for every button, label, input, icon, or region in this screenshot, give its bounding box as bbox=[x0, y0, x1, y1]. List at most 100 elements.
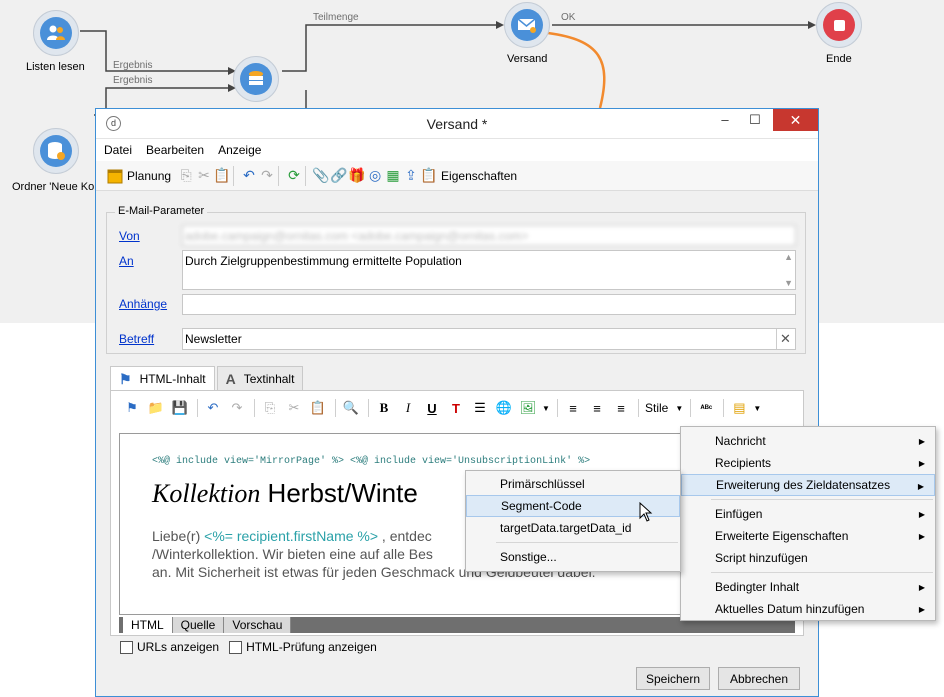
menu-item-label: Recipients bbox=[715, 456, 772, 470]
cut-icon[interactable]: ✂ bbox=[195, 167, 213, 185]
view-tab-html[interactable]: HTML bbox=[123, 617, 173, 633]
menu-item-einfuegen[interactable]: Einfügen ▶ bbox=[681, 503, 935, 525]
tab-html-label: HTML-Inhalt bbox=[139, 372, 206, 386]
chevron-down-icon[interactable]: ▼ bbox=[752, 397, 762, 419]
chevron-right-icon: ▶ bbox=[917, 482, 924, 491]
cancel-button[interactable]: Abbrechen bbox=[718, 667, 800, 690]
content-headline: Kollektion Herbst/Winte bbox=[152, 478, 418, 509]
chevron-down-icon[interactable]: ▼ bbox=[541, 397, 551, 419]
scroll-down-icon[interactable]: ▼ bbox=[784, 278, 793, 288]
planung-label: Planung bbox=[127, 168, 172, 183]
an-field[interactable]: Durch Zielgruppenbestimmung ermittelte P… bbox=[182, 250, 796, 290]
menu-datei[interactable]: Datei bbox=[104, 143, 132, 157]
body-text-1: Liebe(r) bbox=[152, 528, 205, 544]
calculator-icon[interactable]: ▦ bbox=[384, 167, 402, 185]
urls-checkbox[interactable] bbox=[120, 640, 133, 654]
target-icon[interactable]: ◎ bbox=[366, 167, 384, 185]
versand-node[interactable] bbox=[504, 2, 550, 48]
maximize-button[interactable]: ☐ bbox=[741, 109, 769, 131]
align-right-icon[interactable]: ≡ bbox=[610, 397, 632, 419]
menu-bearbeiten[interactable]: Bearbeiten bbox=[146, 143, 204, 157]
personalization-icon[interactable]: ▤ bbox=[728, 397, 750, 419]
von-link[interactable]: Von bbox=[119, 229, 140, 243]
find-icon[interactable]: 🔍 bbox=[340, 397, 362, 419]
stop-icon bbox=[823, 9, 855, 41]
menu-item-label: Nachricht bbox=[715, 434, 766, 448]
view-tab-quelle[interactable]: Quelle bbox=[172, 617, 225, 633]
clear-icon[interactable]: ✕ bbox=[776, 329, 794, 349]
ordner-node[interactable] bbox=[33, 128, 79, 174]
anhaenge-field[interactable] bbox=[182, 294, 796, 315]
align-left-icon[interactable]: ≡ bbox=[562, 397, 584, 419]
save-icon[interactable]: 💾 bbox=[169, 397, 191, 419]
context-menu: Nachricht ▶ Recipients ▶ Erweiterung des Z… bbox=[680, 426, 936, 621]
export-icon[interactable]: ⇪ bbox=[402, 167, 420, 185]
menu-item-recipients[interactable]: Recipients ▶ bbox=[681, 452, 935, 474]
cut-icon[interactable]: ✂ bbox=[283, 397, 305, 419]
paste-icon[interactable]: 📋 bbox=[307, 397, 329, 419]
submenu-item-primaerschluessel[interactable]: Primärschlüssel bbox=[466, 473, 680, 495]
an-link[interactable]: An bbox=[119, 254, 134, 268]
eigenschaften-button[interactable]: 📋 Eigenschaften bbox=[420, 165, 517, 187]
menu-item-bedingter-inhalt[interactable]: Bedingter Inhalt ▶ bbox=[681, 576, 935, 598]
body-text-3: /Winterkollektion. Wir bieten eine auf a… bbox=[152, 546, 433, 562]
an-value: Durch Zielgruppenbestimmung ermittelte P… bbox=[185, 254, 462, 268]
save-button[interactable]: Speichern bbox=[636, 667, 710, 690]
stile-dropdown[interactable]: Stile bbox=[645, 401, 668, 415]
planung-button[interactable]: Planung bbox=[106, 165, 171, 187]
globe-link-icon[interactable]: 🌐 bbox=[493, 397, 515, 419]
redo-icon[interactable]: ↷ bbox=[258, 167, 276, 185]
align-center-icon[interactable]: ≡ bbox=[586, 397, 608, 419]
users-icon bbox=[40, 17, 72, 49]
link-icon[interactable]: 🔗 bbox=[330, 167, 348, 185]
betreff-field[interactable]: Newsletter ✕ bbox=[182, 328, 796, 350]
gift-icon[interactable]: 🎁 bbox=[348, 167, 366, 185]
tab-textinhalt[interactable]: A Textinhalt bbox=[216, 366, 304, 390]
toolbar-separator bbox=[254, 399, 255, 417]
copy-icon[interactable]: ⎘ bbox=[259, 397, 281, 419]
refresh-icon[interactable]: ⟳ bbox=[285, 167, 303, 185]
bold-icon[interactable]: B bbox=[373, 397, 395, 419]
personalization-tag: <%= recipient.firstName %> bbox=[204, 528, 379, 544]
copy-icon[interactable]: ⎘ bbox=[177, 167, 195, 185]
title-bar[interactable]: d Versand * – ☐ ✕ bbox=[96, 109, 818, 139]
menu-item-label: Script hinzufügen bbox=[715, 551, 808, 565]
menu-anzeige[interactable]: Anzeige bbox=[218, 143, 261, 157]
scroll-up-icon[interactable]: ▲ bbox=[784, 252, 793, 262]
view-tab-vorschau[interactable]: Vorschau bbox=[224, 617, 292, 633]
submenu-item-sonstige[interactable]: Sonstige... bbox=[466, 546, 680, 568]
chevron-right-icon: ▶ bbox=[918, 510, 925, 519]
underline-icon[interactable]: U bbox=[421, 397, 443, 419]
anhaenge-link[interactable]: Anhänge bbox=[119, 297, 167, 311]
menu-item-script[interactable]: Script hinzufügen bbox=[681, 547, 935, 569]
body-text-2: , entdec bbox=[378, 528, 432, 544]
new-icon[interactable]: ⚑ bbox=[121, 397, 143, 419]
undo-icon[interactable]: ↶ bbox=[202, 397, 224, 419]
union-node[interactable] bbox=[233, 56, 279, 102]
von-field[interactable]: adobe.campaign@ornitas.com <adobe.campai… bbox=[182, 225, 796, 246]
text-color-icon[interactable]: T bbox=[445, 397, 467, 419]
close-button[interactable]: ✕ bbox=[773, 109, 818, 131]
undo-icon[interactable]: ↶ bbox=[240, 167, 258, 185]
tab-html-inhalt[interactable]: ⚑ HTML-Inhalt bbox=[110, 366, 215, 391]
menu-separator bbox=[711, 572, 933, 573]
redo-icon[interactable]: ↷ bbox=[226, 397, 248, 419]
paste-icon[interactable]: 📋 bbox=[213, 167, 231, 185]
attachment-icon[interactable]: 📎 bbox=[312, 167, 330, 185]
betreff-link[interactable]: Betreff bbox=[119, 332, 154, 346]
menu-item-erweiterte-eigenschaften[interactable]: Erweiterte Eigenschaften ▶ bbox=[681, 525, 935, 547]
chevron-down-icon[interactable]: ▼ bbox=[674, 397, 684, 419]
menu-item-erweiterung[interactable]: Erweiterung des Zieldatensatzes ▶ bbox=[681, 474, 935, 496]
open-folder-icon[interactable]: 📁 bbox=[145, 397, 167, 419]
ende-node[interactable] bbox=[816, 2, 862, 48]
spellcheck-icon[interactable]: ᴬᴮᶜ bbox=[695, 397, 717, 419]
menu-item-label: Einfügen bbox=[715, 507, 763, 521]
list-icon[interactable]: ☰ bbox=[469, 397, 491, 419]
italic-icon[interactable]: I bbox=[397, 397, 419, 419]
image-icon[interactable]: 🖼 bbox=[517, 397, 539, 419]
html-check-checkbox[interactable] bbox=[229, 640, 243, 654]
minimize-button[interactable]: – bbox=[711, 109, 739, 131]
menu-item-datum[interactable]: Aktuelles Datum hinzufügen ▶ bbox=[681, 598, 935, 620]
listen-lesen-node[interactable] bbox=[33, 10, 79, 56]
menu-item-nachricht[interactable]: Nachricht ▶ bbox=[681, 430, 935, 452]
